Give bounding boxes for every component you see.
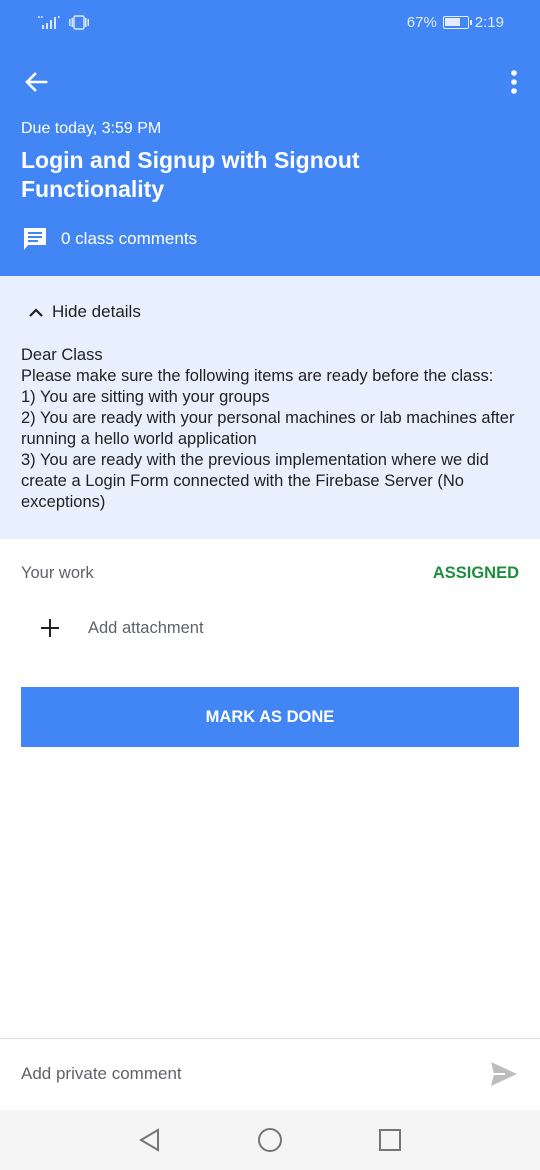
back-triangle-icon [139, 1128, 159, 1152]
description-line: 2) You are ready with your personal mach… [21, 409, 515, 448]
back-button[interactable] [20, 66, 52, 98]
send-comment-button[interactable] [489, 1060, 519, 1088]
hide-details-label: Hide details [52, 302, 141, 321]
status-time: 2:19 [474, 14, 504, 31]
nav-back-button[interactable] [136, 1126, 164, 1154]
back-arrow-icon [25, 72, 48, 92]
add-attachment-button[interactable]: Add attachment [38, 616, 204, 640]
vibrate-icon [69, 15, 89, 30]
more-vert-icon [511, 70, 517, 94]
class-comments-label: 0 class comments [61, 229, 198, 248]
more-options-button[interactable] [502, 66, 526, 98]
signal-icon [38, 16, 60, 29]
assignment-status-badge: ASSIGNED [432, 564, 519, 582]
description-line: Dear Class [21, 346, 103, 364]
description-line: 3) You are ready with the previous imple… [21, 451, 489, 511]
hide-details-toggle[interactable]: Hide details [28, 302, 141, 322]
nav-home-button[interactable] [256, 1126, 284, 1154]
battery-percent: 67% [406, 14, 437, 31]
description-line: 1) You are sitting with your groups [21, 388, 270, 406]
comment-icon [24, 228, 46, 250]
recents-square-icon [379, 1129, 401, 1151]
status-bar: 67% 2:19 [0, 0, 540, 46]
mark-as-done-button[interactable]: MARK AS DONE [21, 687, 519, 747]
battery-icon [442, 16, 472, 29]
nav-recents-button[interactable] [376, 1126, 404, 1154]
chevron-up-icon [29, 308, 43, 317]
divider [0, 1038, 540, 1039]
send-icon [491, 1062, 517, 1086]
assignment-details: Hide details Dear Class Please make sure… [0, 276, 540, 539]
assignment-description: Dear Class Please make sure the followin… [21, 345, 521, 513]
status-icons-left [38, 14, 90, 30]
plus-icon [41, 619, 59, 637]
your-work-label: Your work [21, 564, 94, 582]
private-comment-input[interactable] [21, 1056, 461, 1092]
due-date: Due today, 3:59 PM [21, 120, 162, 137]
system-nav-bar [0, 1110, 540, 1170]
assignment-header: Due today, 3:59 PM Login and Signup with… [0, 46, 540, 276]
add-attachment-label: Add attachment [88, 618, 204, 637]
class-comments-link[interactable]: 0 class comments [22, 226, 197, 252]
description-line: Please make sure the following items are… [21, 367, 494, 385]
assignment-title: Login and Signup with Signout Functional… [21, 147, 360, 202]
home-circle-icon [258, 1128, 282, 1152]
status-icons-right: 67% 2:19 [407, 14, 504, 31]
